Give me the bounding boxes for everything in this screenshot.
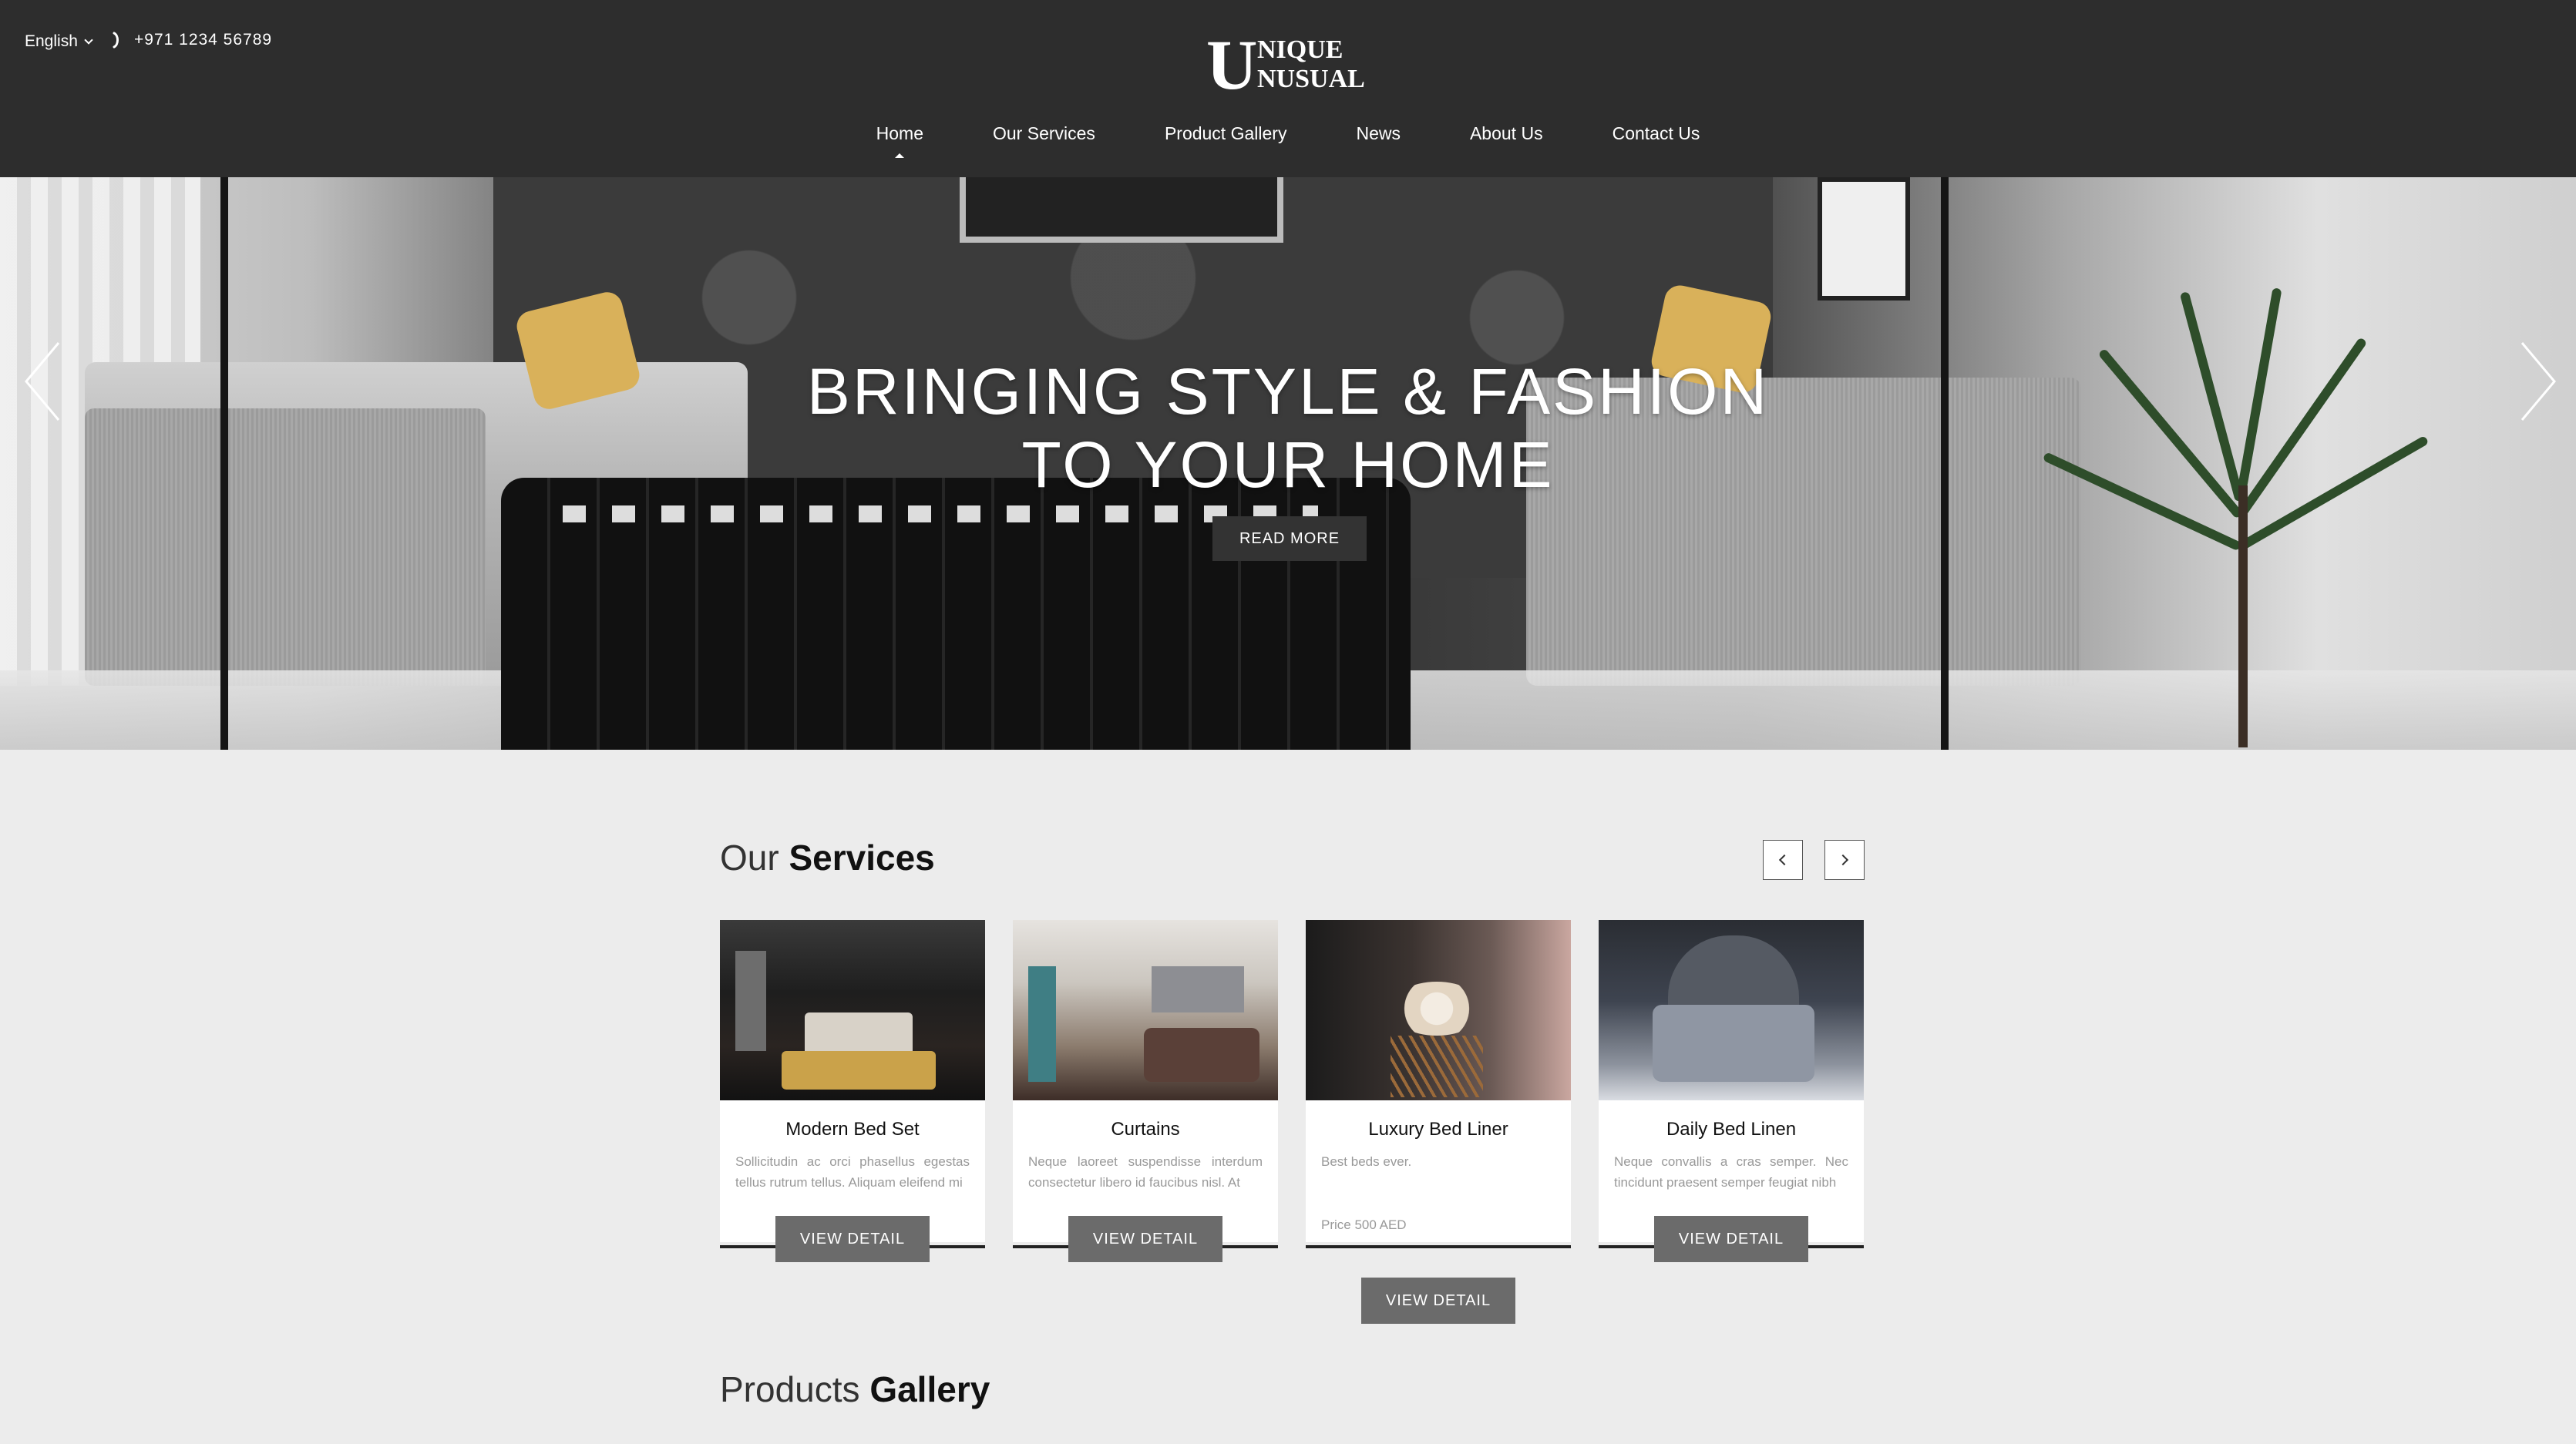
hero-next-arrow[interactable] bbox=[2514, 339, 2561, 424]
nav-product-gallery[interactable]: Product Gallery bbox=[1130, 123, 1322, 144]
logo-initial: U bbox=[1206, 25, 1257, 104]
chevron-down-icon bbox=[84, 35, 93, 45]
service-description: Neque laoreet suspendisse interdum conse… bbox=[1028, 1154, 1263, 1190]
service-card[interactable]: Curtains Neque laoreet suspendisse inter… bbox=[1013, 920, 1278, 1248]
view-detail-button[interactable]: VIEW DETAIL bbox=[1068, 1216, 1222, 1262]
products-gallery-title: Products Gallery bbox=[720, 1368, 990, 1410]
service-image bbox=[1599, 920, 1864, 1100]
service-name: Curtains bbox=[1111, 1119, 1180, 1140]
service-image bbox=[720, 920, 985, 1100]
services-title: Our Services bbox=[720, 837, 935, 878]
view-detail-button[interactable]: VIEW DETAIL bbox=[775, 1216, 930, 1262]
service-card[interactable]: Luxury Bed Liner Best beds ever. Price 5… bbox=[1306, 920, 1571, 1248]
nav-our-services[interactable]: Our Services bbox=[958, 123, 1130, 144]
view-detail-button[interactable]: VIEW DETAIL bbox=[1654, 1216, 1808, 1262]
service-description: Neque convallis a cras semper. Nec tinci… bbox=[1614, 1154, 1848, 1190]
service-description: Sollicitudin ac orci phasellus egestas t… bbox=[735, 1154, 970, 1190]
chevron-right-icon bbox=[1837, 854, 1849, 866]
nav-news[interactable]: News bbox=[1321, 123, 1435, 144]
chevron-left-icon bbox=[25, 342, 60, 421]
service-name: Modern Bed Set bbox=[785, 1119, 920, 1140]
card-underline bbox=[1306, 1245, 1571, 1248]
hero-title-line-1: BRINGING STYLE & FASHION bbox=[806, 355, 1770, 428]
services-next-button[interactable] bbox=[1824, 840, 1865, 880]
language-selector[interactable]: English bbox=[25, 32, 93, 51]
service-card[interactable]: Modern Bed Set Sollicitudin ac orci phas… bbox=[720, 920, 985, 1248]
hero-prev-arrow[interactable] bbox=[20, 339, 66, 424]
hero-title-line-2: TO YOUR HOME bbox=[1021, 428, 1555, 501]
chevron-left-icon bbox=[1778, 854, 1791, 866]
services-title-bold: Services bbox=[789, 838, 935, 878]
phone-contact[interactable]: +971 1234 56789 bbox=[111, 31, 272, 49]
hero-tv bbox=[960, 177, 1283, 243]
service-card[interactable]: Daily Bed Linen Neque convallis a cras s… bbox=[1599, 920, 1864, 1248]
phone-number: +971 1234 56789 bbox=[134, 31, 273, 49]
site-header: English +971 1234 56789 U NIQUE NUSUAL H… bbox=[0, 0, 2576, 177]
phone-icon bbox=[113, 32, 119, 49]
nav-contact-us[interactable]: Contact Us bbox=[1578, 123, 1735, 144]
chevron-right-icon bbox=[2521, 342, 2556, 421]
services-prev-button[interactable] bbox=[1763, 840, 1803, 880]
products-title-bold: Gallery bbox=[869, 1369, 990, 1409]
read-more-button[interactable]: READ MORE bbox=[1212, 516, 1367, 561]
nav-home[interactable]: Home bbox=[842, 123, 958, 144]
service-description: Best beds ever. bbox=[1321, 1154, 1412, 1169]
logo-line-2: NUSUAL bbox=[1257, 65, 1365, 93]
service-image bbox=[1306, 920, 1571, 1100]
site-logo[interactable]: U NIQUE NUSUAL bbox=[1206, 29, 1376, 100]
service-name: Daily Bed Linen bbox=[1666, 1119, 1797, 1140]
hero-wall-art bbox=[1818, 177, 1910, 301]
service-price: Price 500 AED bbox=[1321, 1217, 1407, 1232]
hero-slider: BRINGING STYLE & FASHION TO YOUR HOME RE… bbox=[0, 177, 2576, 750]
logo-line-1: NIQUE bbox=[1257, 35, 1343, 64]
service-image bbox=[1013, 920, 1278, 1100]
services-title-light: Our bbox=[720, 838, 779, 878]
main-nav: Home Our Services Product Gallery News A… bbox=[0, 123, 2576, 144]
language-label: English bbox=[25, 32, 78, 50]
products-title-light: Products bbox=[720, 1369, 860, 1409]
nav-about-us[interactable]: About Us bbox=[1435, 123, 1578, 144]
view-detail-button[interactable]: VIEW DETAIL bbox=[1361, 1278, 1515, 1324]
service-name: Luxury Bed Liner bbox=[1368, 1119, 1508, 1140]
logo-text: NIQUE NUSUAL bbox=[1257, 35, 1365, 94]
